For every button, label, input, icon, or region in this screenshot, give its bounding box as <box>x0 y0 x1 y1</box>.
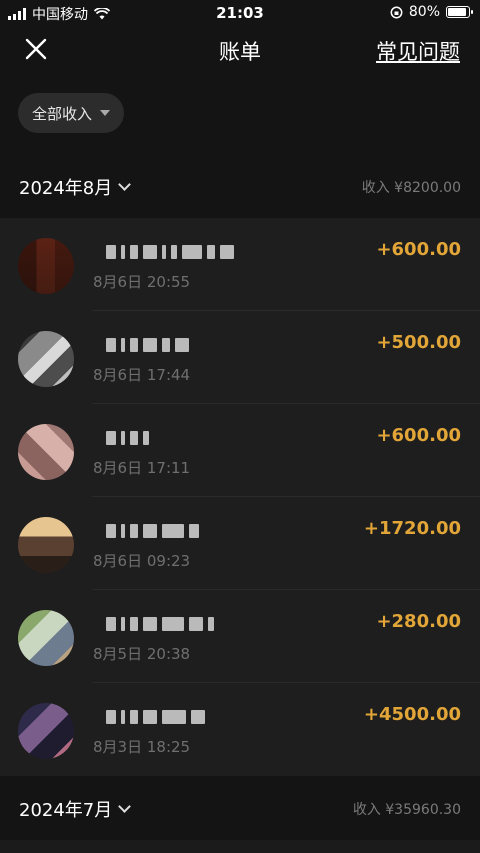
avatar <box>18 331 74 387</box>
transaction-row[interactable]: 8月6日 17:44 +500.00 <box>0 311 480 404</box>
transaction-row[interactable]: 8月3日 18:25 +4500.00 <box>0 683 480 776</box>
transaction-time: 8月3日 18:25 <box>93 738 191 756</box>
battery-icon <box>446 6 473 18</box>
redacted-name <box>106 710 205 724</box>
avatar <box>18 610 74 666</box>
transaction-row[interactable]: 8月6日 09:23 +1720.00 <box>0 497 480 590</box>
transaction-amount: +280.00 <box>376 611 461 632</box>
redacted-name <box>106 245 234 259</box>
avatar <box>18 517 74 573</box>
month-income-total: 收入 ¥8200.00 <box>361 180 461 196</box>
filter-label: 全部收入 <box>32 104 93 123</box>
battery-percent: 80% <box>408 4 440 20</box>
faq-link[interactable]: 常见问题 <box>376 36 460 66</box>
avatar <box>18 238 74 294</box>
transaction-amount: +600.00 <box>376 239 461 260</box>
redacted-name <box>106 431 149 445</box>
month-label: 2024年8月 <box>19 178 113 199</box>
orientation-lock-icon <box>390 6 403 18</box>
month-income-total: 收入 ¥35960.30 <box>352 802 461 818</box>
month-header: 2024年7月 收入 ¥35960.30 <box>0 776 480 840</box>
avatar <box>18 703 74 759</box>
filter-bar: 全部收入 <box>0 72 480 154</box>
transaction-time: 8月6日 17:44 <box>93 366 191 384</box>
caret-down-icon <box>100 110 111 116</box>
transaction-list: 8月6日 20:55 +600.00 8月6日 17:44 +500.00 8月… <box>0 218 480 776</box>
transaction-amount: +1720.00 <box>363 518 461 539</box>
transaction-time: 8月6日 09:23 <box>93 552 191 570</box>
month-header: 2024年8月 收入 ¥8200.00 <box>0 154 480 218</box>
redacted-name <box>106 524 199 538</box>
transaction-amount: +4500.00 <box>363 704 461 725</box>
transaction-row[interactable]: 8月6日 20:55 +600.00 <box>0 218 480 311</box>
nav-bar: 账单 常见问题 <box>0 26 480 72</box>
transaction-time: 8月5日 20:38 <box>93 645 191 663</box>
status-bar: 中国移动 21:03 80% <box>0 0 480 26</box>
transaction-time: 8月6日 20:55 <box>93 273 191 291</box>
transaction-amount: +500.00 <box>376 332 461 353</box>
status-right: 80% <box>390 4 473 20</box>
redacted-name <box>106 338 189 352</box>
chevron-down-icon <box>118 799 132 813</box>
redacted-name <box>106 617 214 631</box>
transaction-amount: +600.00 <box>376 425 461 446</box>
income-filter-dropdown[interactable]: 全部收入 <box>18 93 125 133</box>
month-label: 2024年7月 <box>19 800 113 821</box>
month-selector[interactable]: 2024年7月 <box>19 796 132 822</box>
chevron-down-icon <box>118 177 132 191</box>
transaction-row[interactable]: 8月5日 20:38 +280.00 <box>0 590 480 683</box>
transaction-time: 8月6日 17:11 <box>93 459 191 477</box>
month-selector[interactable]: 2024年8月 <box>19 174 132 200</box>
transaction-row[interactable]: 8月6日 17:11 +600.00 <box>0 404 480 497</box>
avatar <box>18 424 74 480</box>
